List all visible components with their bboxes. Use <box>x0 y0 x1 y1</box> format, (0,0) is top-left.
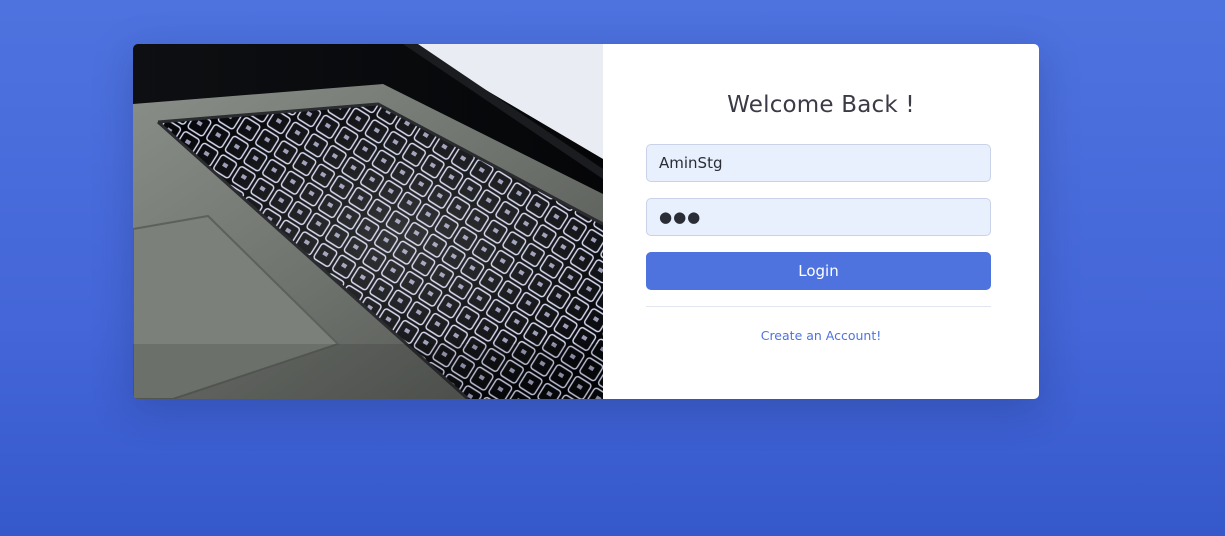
divider <box>646 306 991 307</box>
login-card: Welcome Back ! Login Create an Account! <box>133 44 1039 399</box>
login-form: Welcome Back ! Login Create an Account! <box>603 44 1039 399</box>
create-account-link[interactable]: Create an Account! <box>603 328 1039 343</box>
laptop-keyboard-image <box>133 44 603 399</box>
password-input[interactable] <box>646 198 991 236</box>
username-input[interactable] <box>646 144 991 182</box>
login-button[interactable]: Login <box>646 252 991 290</box>
page-title: Welcome Back ! <box>727 92 915 118</box>
